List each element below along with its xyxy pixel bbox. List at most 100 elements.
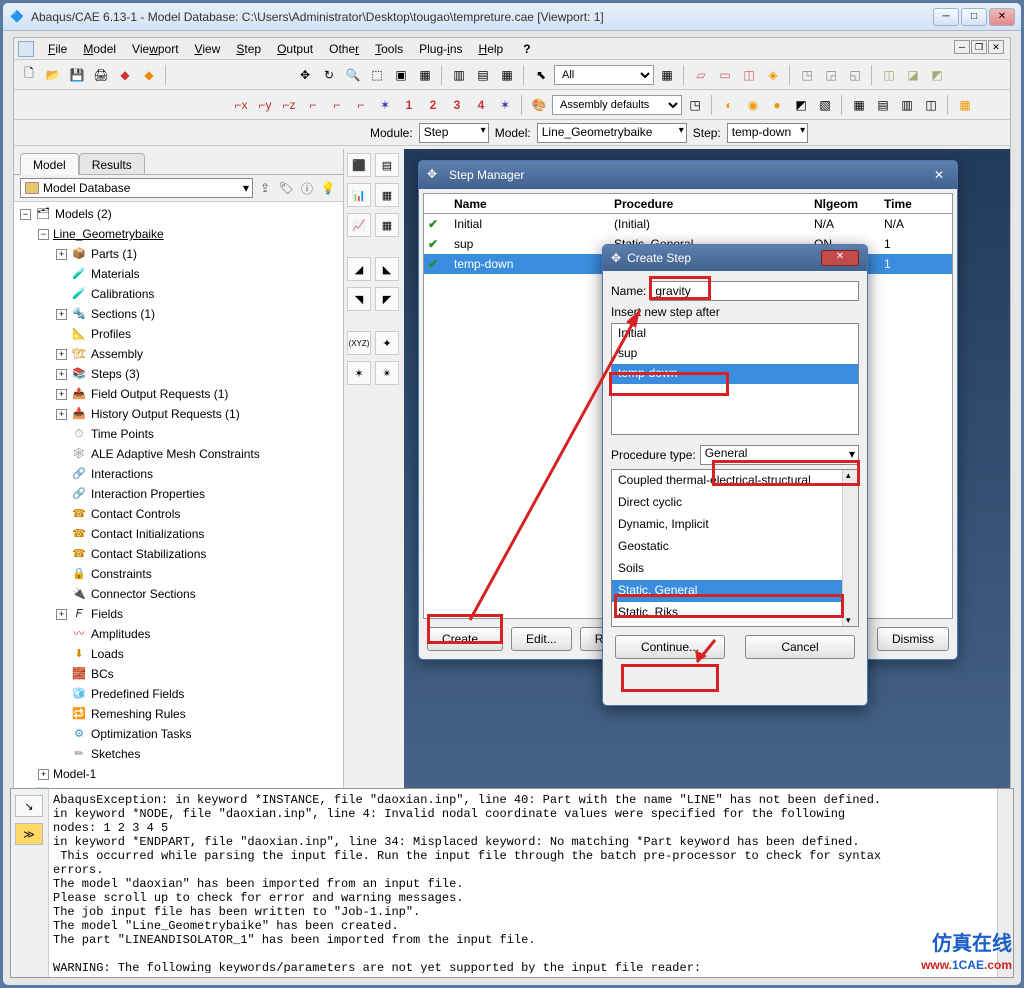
menu-file[interactable]: File [42,40,73,58]
tree-item[interactable]: 🧪Materials [16,264,341,284]
tool-histmgr-icon[interactable]: ▦ [375,213,399,237]
mdi-close[interactable]: ✕ [988,40,1004,54]
menu-model[interactable]: Model [77,40,122,58]
annot1-icon[interactable]: ◩ [790,94,812,116]
display-group-dropdown[interactable]: Assembly defaults [552,95,682,115]
table-row[interactable]: ✔Initial(Initial)N/AN/A [424,214,952,234]
num-4[interactable]: 4 [470,94,492,116]
db-bulb-icon[interactable]: 💡 [319,179,337,197]
fit-icon[interactable]: ▣ [390,64,412,86]
tree-item[interactable]: ⏱Time Points [16,424,341,444]
db-up-icon[interactable]: ⇪ [256,179,274,197]
procedure-list[interactable]: Coupled thermal-electrical-structuralDir… [611,469,859,627]
scrollbar[interactable] [842,470,858,626]
create-step-titlebar[interactable]: ✥ Create Step ✕ [603,245,867,271]
close-button[interactable]: ✕ [989,8,1015,26]
tab-results[interactable]: Results [79,153,145,175]
view1-icon[interactable]: ▥ [448,64,470,86]
list-item[interactable]: Soils [612,558,858,580]
tool-b-icon[interactable]: ◣ [375,257,399,281]
create-button[interactable]: Create... [427,627,503,651]
rotate-icon[interactable]: ↻ [318,64,340,86]
tree-item[interactable]: 🧊Predefined Fields [16,684,341,704]
list-item[interactable]: Geostatic [612,536,858,558]
open-icon[interactable]: 📂 [42,64,64,86]
edit-button[interactable]: Edit... [511,627,572,651]
tree-item[interactable]: 🔒Constraints [16,564,341,584]
tree-item[interactable]: +📤Field Output Requests (1) [16,384,341,404]
step-select[interactable]: temp-down [727,123,808,143]
wire3-icon[interactable]: ◱ [844,64,866,86]
mdi-restore[interactable]: ❐ [971,40,987,54]
annot2-icon[interactable]: ▧ [814,94,836,116]
wire2-icon[interactable]: ◲ [820,64,842,86]
circ2-icon[interactable]: ◉ [742,94,764,116]
mdi-minimize[interactable]: ─ [954,40,970,54]
list-item[interactable]: temp-down [612,364,858,384]
db-red-icon[interactable]: ◆ [114,64,136,86]
view3-icon[interactable]: ▦ [496,64,518,86]
tool-fieldout-icon[interactable]: 📊 [347,183,371,207]
tree-item[interactable]: 🔌Connector Sections [16,584,341,604]
procedure-type-select[interactable]: General [700,445,859,465]
tree-item[interactable]: ⬇Loads [16,644,341,664]
tool-ax1-icon[interactable]: ✶ [347,361,371,385]
box2-icon[interactable]: ▭ [714,64,736,86]
list-item[interactable]: Direct cyclic [612,492,858,514]
continue-button[interactable]: Continue... [615,635,725,659]
tree-item[interactable]: 🧱BCs [16,664,341,684]
csys-1-icon[interactable]: ⌐ [302,94,324,116]
tree-item[interactable]: 📐Profiles [16,324,341,344]
cube-icon[interactable]: ◈ [762,64,784,86]
zoom-icon[interactable]: 🔍 [342,64,364,86]
tree-item[interactable]: +🔩Sections (1) [16,304,341,324]
list-item[interactable]: Initial [612,324,858,344]
csys-2-icon[interactable]: ⌐ [326,94,348,116]
menu-tools[interactable]: Tools [369,40,409,58]
axis2-icon[interactable]: ✶ [494,94,516,116]
model-select[interactable]: Line_Geometrybaike [537,123,687,143]
list-item[interactable]: Visco [612,624,858,627]
csys-3-icon[interactable]: ⌐ [350,94,372,116]
box1-icon[interactable]: ▱ [690,64,712,86]
tree-item[interactable]: 🧪Calibrations [16,284,341,304]
module-select[interactable]: Step [419,123,489,143]
list-item[interactable]: Static, General [612,580,858,602]
tool-fieldmgr-icon[interactable]: ▦ [375,183,399,207]
persp3-icon[interactable]: ◩ [926,64,948,86]
view2-icon[interactable]: ▤ [472,64,494,86]
maximize-button[interactable]: □ [961,8,987,26]
tree-item[interactable]: 🔗Interactions [16,464,341,484]
context-help-icon[interactable]: ? [517,40,536,58]
tool-stepmanager-icon[interactable]: ▤ [375,153,399,177]
tree-item[interactable]: 🔗Interaction Properties [16,484,341,504]
insert-after-list[interactable]: Initialsuptemp-down [611,323,859,435]
sel-opt-icon[interactable]: ▦ [656,64,678,86]
list-item[interactable]: Dynamic, Implicit [612,514,858,536]
grid4-icon[interactable]: ◫ [920,94,942,116]
csys-yz-icon[interactable]: ⌐y [254,94,276,116]
name-input[interactable] [650,281,859,301]
final-icon[interactable]: ▦ [954,94,976,116]
tool-c-icon[interactable]: ◥ [347,287,371,311]
tool-d-icon[interactable]: ◤ [375,287,399,311]
tree-item[interactable]: +🏗Assembly [16,344,341,364]
db-orange-icon[interactable]: ◆ [138,64,160,86]
menu-other[interactable]: Other [323,40,365,58]
box3-icon[interactable]: ◫ [738,64,760,86]
menu-plugins[interactable]: Plug-ins [413,40,468,58]
fit-all-icon[interactable]: ▦ [414,64,436,86]
tree-item[interactable]: ☎Contact Controls [16,504,341,524]
save-icon[interactable]: 💾 [66,64,88,86]
tool-histout-icon[interactable]: 📈 [347,213,371,237]
tree-item[interactable]: ✏Sketches [16,744,341,764]
tree-item[interactable]: ⚙Optimization Tasks [16,724,341,744]
num-2[interactable]: 2 [422,94,444,116]
tool-point-icon[interactable]: ✦ [375,331,399,355]
console-tab-1[interactable]: ↘ [15,795,43,817]
db-selector[interactable]: Model Database [20,178,253,198]
tree-model-linegeom[interactable]: −Line_Geometrybaike [16,224,341,244]
tree-item[interactable]: +📚Steps (3) [16,364,341,384]
create-step-close-icon[interactable]: ✕ [821,250,859,266]
num-3[interactable]: 3 [446,94,468,116]
